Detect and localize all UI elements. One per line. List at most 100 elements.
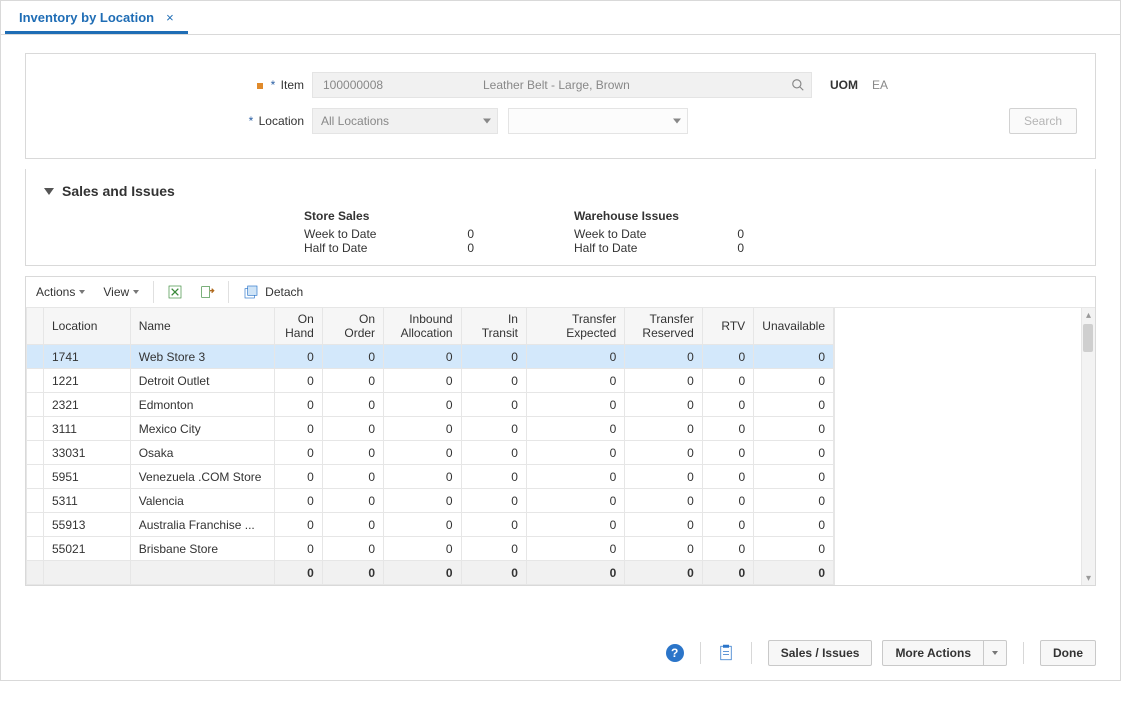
cell-location: 5311 <box>44 489 131 513</box>
table-row[interactable]: 33031Osaka00000000 <box>27 441 834 465</box>
cell-name: Mexico City <box>130 417 274 441</box>
col-name[interactable]: Name <box>130 308 274 345</box>
row-selector[interactable] <box>27 441 44 465</box>
cell-location: 1221 <box>44 369 131 393</box>
table-row[interactable]: 3111Mexico City00000000 <box>27 417 834 441</box>
cell-in-transit: 0 <box>461 393 526 417</box>
cell-unavailable: 0 <box>754 489 834 513</box>
cell-transfer-reserved: 0 <box>625 465 703 489</box>
cell-name: Brisbane Store <box>130 537 274 561</box>
location-label: * Location <box>44 114 312 128</box>
sales-issues-toggle[interactable]: Sales and Issues <box>44 183 1077 199</box>
cell-in-transit: 0 <box>461 369 526 393</box>
cell-unavailable: 0 <box>754 537 834 561</box>
row-selector[interactable] <box>27 465 44 489</box>
table-row[interactable]: 55913Australia Franchise ...00000000 <box>27 513 834 537</box>
cell-location: 5951 <box>44 465 131 489</box>
cell-unavailable: 0 <box>754 345 834 369</box>
cell-inbound: 0 <box>384 417 462 441</box>
cell-inbound: 0 <box>384 369 462 393</box>
cell-rtv: 0 <box>702 537 753 561</box>
help-icon[interactable]: ? <box>666 644 684 662</box>
store-sales-heading: Store Sales <box>304 209 574 223</box>
col-in-transit[interactable]: In Transit <box>461 308 526 345</box>
cell-rtv: 0 <box>702 489 753 513</box>
row-selector[interactable] <box>27 513 44 537</box>
sales-issues-button[interactable]: Sales / Issues <box>768 640 873 666</box>
export-icon[interactable] <box>196 281 218 303</box>
cell-inbound: 0 <box>384 489 462 513</box>
table-row[interactable]: 5311Valencia00000000 <box>27 489 834 513</box>
search-icon[interactable] <box>791 78 805 92</box>
chevron-down-icon <box>79 290 85 294</box>
col-location[interactable]: Location <box>44 308 131 345</box>
location-type-select[interactable]: All Locations <box>312 108 498 134</box>
cell-name: Edmonton <box>130 393 274 417</box>
cell-in-transit: 0 <box>461 417 526 441</box>
cell-rtv: 0 <box>702 465 753 489</box>
cell-unavailable: 0 <box>754 393 834 417</box>
col-transfer-res[interactable]: Transfer Reserved <box>625 308 703 345</box>
notes-icon[interactable] <box>717 644 735 662</box>
more-actions-button[interactable]: More Actions <box>882 640 984 666</box>
table-row[interactable]: 55021Brisbane Store00000000 <box>27 537 834 561</box>
cell-rtv: 0 <box>702 417 753 441</box>
scroll-thumb[interactable] <box>1083 324 1093 352</box>
required-marker: * <box>271 78 276 92</box>
view-menu[interactable]: View <box>99 281 143 303</box>
cell-transfer-reserved: 0 <box>625 393 703 417</box>
cell-unavailable: 0 <box>754 513 834 537</box>
row-selector[interactable] <box>27 489 44 513</box>
cell-in-transit: 0 <box>461 441 526 465</box>
row-selector[interactable] <box>27 393 44 417</box>
item-input[interactable] <box>321 77 421 93</box>
cell-transfer-reserved: 0 <box>625 489 703 513</box>
row-selector[interactable] <box>27 345 44 369</box>
separator <box>153 281 154 303</box>
detach-button[interactable]: Detach <box>239 281 307 303</box>
cell-location: 55913 <box>44 513 131 537</box>
location-type-value: All Locations <box>321 114 389 128</box>
row-selector[interactable] <box>27 369 44 393</box>
chevron-down-icon <box>133 290 139 294</box>
cell-on-hand: 0 <box>274 369 322 393</box>
wh-htd-label: Half to Date <box>574 241 637 255</box>
row-selector[interactable] <box>27 417 44 441</box>
actions-menu[interactable]: Actions <box>32 281 89 303</box>
col-on-hand[interactable]: On Hand <box>274 308 322 345</box>
row-selector[interactable] <box>27 537 44 561</box>
cell-name: Detroit Outlet <box>130 369 274 393</box>
vertical-scrollbar[interactable]: ▴ ▾ <box>1081 308 1095 585</box>
cell-rtv: 0 <box>702 345 753 369</box>
close-icon[interactable]: × <box>166 10 174 25</box>
done-button[interactable]: Done <box>1040 640 1096 666</box>
cell-transfer-expected: 0 <box>526 417 624 441</box>
cell-on-hand: 0 <box>274 489 322 513</box>
sales-issues-title: Sales and Issues <box>62 183 175 199</box>
store-wtd-label: Week to Date <box>304 227 376 241</box>
scroll-up-icon[interactable]: ▴ <box>1082 308 1095 322</box>
col-on-order[interactable]: On Order <box>322 308 383 345</box>
cell-rtv: 0 <box>702 393 753 417</box>
scroll-down-icon[interactable]: ▾ <box>1082 571 1095 585</box>
cell-location: 1741 <box>44 345 131 369</box>
col-inbound-alloc[interactable]: Inbound Allocation <box>384 308 462 345</box>
wh-wtd-label: Week to Date <box>574 227 646 241</box>
table-row[interactable]: 2321Edmonton00000000 <box>27 393 834 417</box>
cell-location: 3111 <box>44 417 131 441</box>
table-row[interactable]: 5951Venezuela .COM Store00000000 <box>27 465 834 489</box>
table-row[interactable]: 1741Web Store 300000000 <box>27 345 834 369</box>
uom-value: EA <box>872 78 888 92</box>
col-unavailable[interactable]: Unavailable <box>754 308 834 345</box>
col-transfer-exp[interactable]: Transfer Expected <box>526 308 624 345</box>
col-rtv[interactable]: RTV <box>702 308 753 345</box>
more-actions-dropdown[interactable] <box>984 640 1007 666</box>
search-button[interactable]: Search <box>1009 108 1077 134</box>
export-excel-icon[interactable] <box>164 281 186 303</box>
location-value-select[interactable] <box>508 108 688 134</box>
cell-on-hand: 0 <box>274 417 322 441</box>
table-row[interactable]: 1221Detroit Outlet00000000 <box>27 369 834 393</box>
cell-unavailable: 0 <box>754 465 834 489</box>
tab-inventory-by-location[interactable]: Inventory by Location × <box>5 2 188 34</box>
cell-in-transit: 0 <box>461 465 526 489</box>
